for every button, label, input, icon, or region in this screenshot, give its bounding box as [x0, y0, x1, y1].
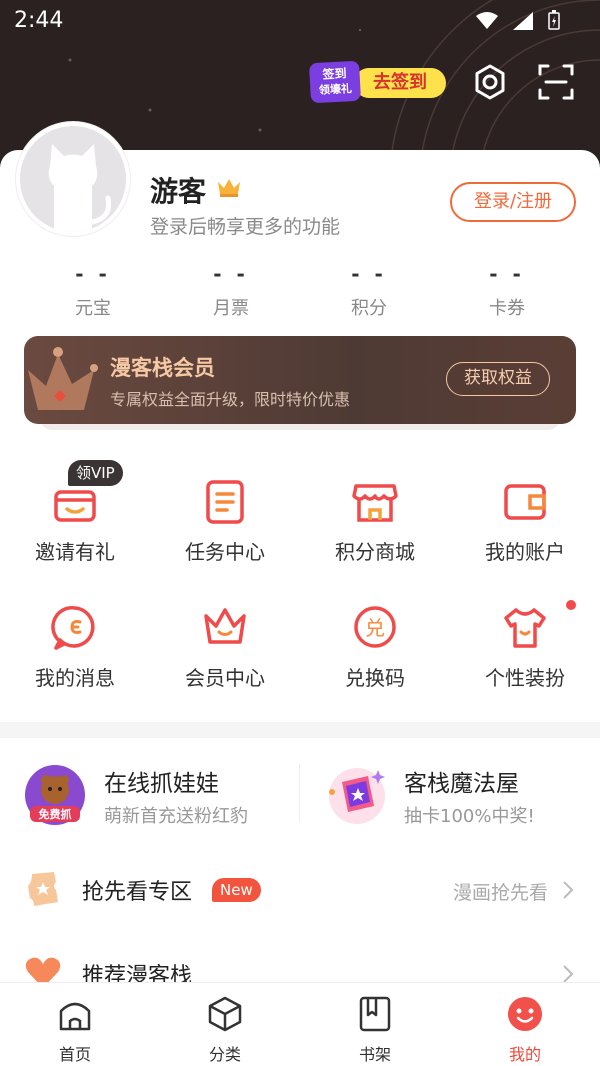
redeem-glyph: 兑 — [365, 616, 385, 640]
grid-item-label: 邀请有礼 — [35, 540, 115, 564]
feature-grid: 领VIP 邀请有礼 任务中心 积分商城 我的账户 我的消息 会员中心 兑 兑换码… — [0, 460, 600, 712]
crown-icon — [218, 179, 240, 197]
promo-title: 客栈魔法屋 — [404, 771, 519, 797]
scan-button[interactable] — [536, 62, 576, 102]
gear-icon — [475, 64, 505, 100]
grid-item-redeem-code[interactable]: 兑 兑换码 — [300, 586, 450, 712]
avatar[interactable] — [16, 122, 130, 236]
box-icon — [208, 996, 242, 1032]
stat-value: - - — [75, 262, 111, 286]
promo-subtitle: 抽卡100%中奖! — [404, 806, 535, 827]
grid-item-invite[interactable]: 领VIP 邀请有礼 — [0, 460, 150, 586]
status-bar: 2:44 — [0, 0, 600, 40]
tab-home[interactable]: 首页 — [0, 983, 150, 1066]
profile-subtitle: 登录后畅享更多的功能 — [150, 216, 341, 238]
stat-value: - - — [489, 262, 525, 286]
tshirt-icon — [504, 608, 546, 648]
tab-bookshelf[interactable]: 书架 — [300, 983, 450, 1066]
promo-title: 在线抓娃娃 — [104, 771, 219, 797]
username: 游客 — [150, 175, 207, 208]
cell-signal-icon — [512, 12, 533, 30]
vip-tag-badge: 领VIP — [68, 460, 123, 486]
grid-item-tasks[interactable]: 任务中心 — [150, 460, 300, 586]
feature-grid-row: 领VIP 邀请有礼 任务中心 积分商城 我的账户 — [0, 460, 600, 586]
tab-label: 首页 — [58, 1045, 91, 1064]
list-item-early-access[interactable]: 抢先看专区 New 漫画抢先看 — [0, 854, 600, 924]
tab-label: 分类 — [208, 1045, 241, 1064]
feature-grid-row: 我的消息 会员中心 兑 兑换码 个性装扮 — [0, 586, 600, 712]
list-item-subtext: 漫画抢先看 — [452, 882, 548, 904]
login-register-button[interactable]: 登录/注册 — [450, 182, 576, 222]
stat-value: - - — [351, 262, 387, 286]
checkin-banner[interactable]: 去签到 签到 领壕礼 — [308, 60, 446, 104]
message-icon — [51, 606, 95, 650]
vip-description: 专属权益全面升级，限时特价优惠 — [110, 390, 351, 409]
profile-smile-icon — [508, 997, 542, 1031]
vip-banner[interactable]: 漫客栈会员 专属权益全面升级，限时特价优惠 获取权益 — [24, 336, 576, 424]
grid-item-label: 个性装扮 — [485, 666, 565, 690]
vip-crown-icon — [28, 347, 98, 410]
stat-label: 卡券 — [489, 298, 525, 319]
stat-yuanbao[interactable]: - - 元宝 — [24, 262, 162, 322]
wifi-icon — [475, 12, 498, 29]
redeem-icon: 兑 — [354, 606, 396, 648]
promo-claw-machine[interactable]: 免费抓 在线抓娃娃 萌新首充送粉红豹 — [0, 750, 299, 840]
scan-icon — [538, 64, 574, 100]
grid-item-label: 积分商城 — [335, 540, 415, 564]
stat-label: 积分 — [351, 298, 387, 319]
grid-item-account[interactable]: 我的账户 — [450, 460, 600, 586]
notification-dot — [566, 600, 576, 610]
new-badge: New — [212, 878, 261, 902]
settings-button[interactable] — [470, 62, 510, 102]
tab-category[interactable]: 分类 — [150, 983, 300, 1066]
bottom-tab-bar: 首页 分类 书架 我的 — [0, 982, 600, 1066]
checkin-button[interactable]: 去签到 — [354, 68, 446, 98]
stat-points[interactable]: - - 积分 — [300, 262, 438, 322]
default-cat-avatar-icon — [48, 144, 112, 232]
bookshelf-icon — [359, 996, 391, 1032]
ticket-star-icon — [28, 872, 58, 906]
crown-icon — [204, 608, 246, 644]
section-divider — [0, 722, 600, 738]
get-benefits-button[interactable]: 获取权益 — [446, 362, 550, 396]
grid-item-label: 会员中心 — [185, 666, 265, 690]
tab-label: 书架 — [358, 1045, 391, 1064]
claw-machine-image: 免费抓 — [25, 765, 85, 825]
grid-item-label: 任务中心 — [185, 540, 265, 564]
shop-icon — [352, 484, 398, 522]
promo-magic-house[interactable]: 客栈魔法屋 抽卡100%中奖! — [300, 750, 600, 840]
stat-value: - - — [213, 262, 249, 286]
magic-card-image — [329, 768, 385, 824]
grid-item-messages[interactable]: 我的消息 — [0, 586, 150, 712]
promo-row: 免费抓 在线抓娃娃 萌新首充送粉红豹 客栈魔法屋 抽卡100%中奖! — [0, 750, 600, 840]
clipboard-icon — [206, 480, 244, 524]
tab-mine[interactable]: 我的 — [450, 983, 600, 1066]
wallet-icon — [504, 484, 546, 520]
grid-item-points-mall[interactable]: 积分商城 — [300, 460, 450, 586]
checkin-badge: 签到 领壕礼 — [308, 60, 362, 104]
grid-item-member-center[interactable]: 会员中心 — [150, 586, 300, 712]
stat-coupons[interactable]: - - 卡券 — [438, 262, 576, 322]
grid-item-dress-up[interactable]: 个性装扮 — [450, 586, 600, 712]
stats-row: - - 元宝 - - 月票 - - 积分 - - 卡券 — [24, 262, 576, 322]
grid-item-label: 我的消息 — [35, 666, 115, 690]
stat-label: 月票 — [213, 298, 249, 319]
list-item-title: 抢先看专区 — [82, 880, 193, 905]
stat-label: 元宝 — [75, 298, 111, 319]
stat-monthly-ticket[interactable]: - - 月票 — [162, 262, 300, 322]
status-time: 2:44 — [14, 8, 64, 33]
chevron-right-icon — [563, 881, 574, 899]
battery-icon — [548, 10, 560, 30]
claw-image-label: 免费抓 — [39, 807, 72, 821]
chevron-right-icon — [563, 965, 574, 983]
status-icons — [466, 10, 560, 34]
promo-subtitle: 萌新首充送粉红豹 — [104, 806, 248, 827]
grid-item-label: 我的账户 — [485, 540, 565, 564]
vip-title: 漫客栈会员 — [110, 356, 215, 380]
home-icon — [59, 1002, 91, 1031]
grid-item-label: 兑换码 — [345, 666, 405, 690]
tab-label: 我的 — [508, 1045, 541, 1064]
checkin-badge-line2: 领壕礼 — [318, 82, 353, 97]
